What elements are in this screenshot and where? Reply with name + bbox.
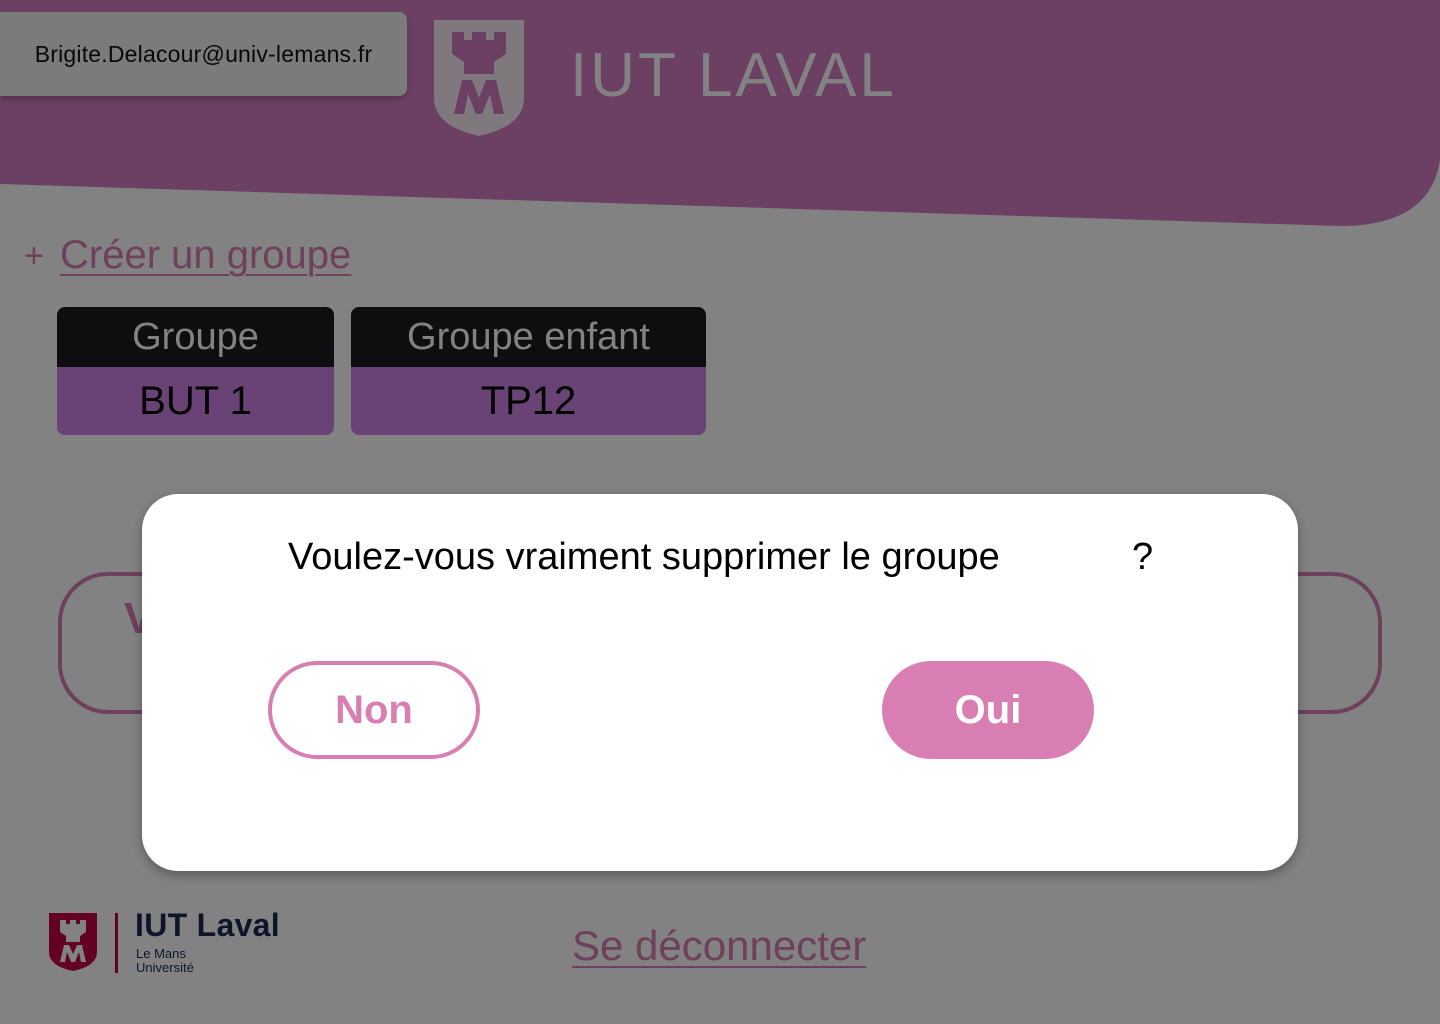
confirm-delete-dialog: Voulez-vous vraiment supprimer le groupe… — [142, 494, 1298, 871]
confirm-button[interactable]: Oui — [882, 661, 1094, 759]
cancel-button[interactable]: Non — [268, 661, 480, 759]
dialog-question-mark: ? — [1132, 536, 1154, 578]
dialog-question: Voulez-vous vraiment supprimer le groupe — [288, 536, 1000, 578]
